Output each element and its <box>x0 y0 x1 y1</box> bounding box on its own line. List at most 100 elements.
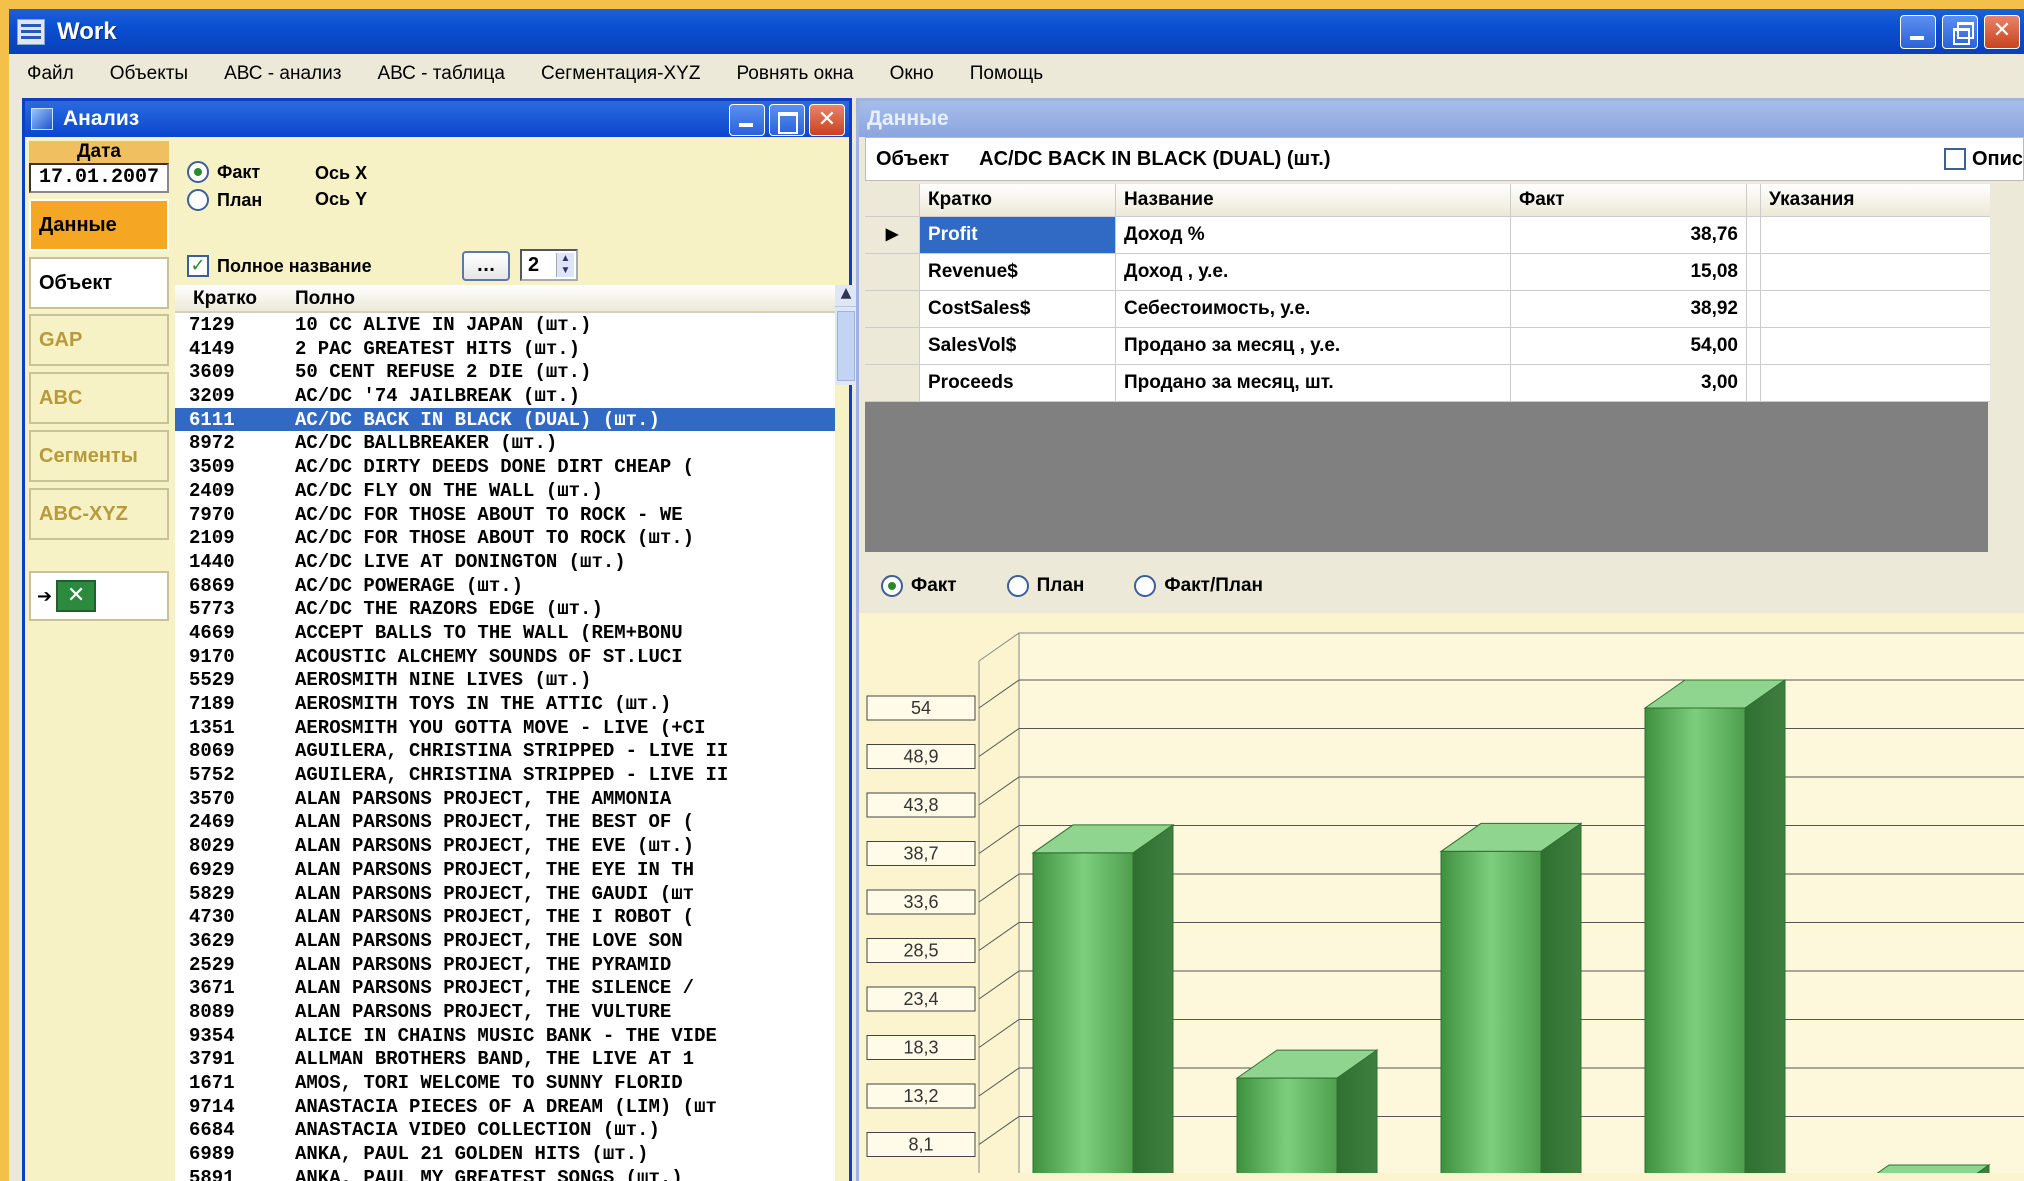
grid-cell-short[interactable]: SalesVol$ <box>920 328 1116 364</box>
list-item[interactable]: 5891 ANKA, PAUL MY GREATEST SONGS (шт.) <box>175 1166 835 1181</box>
grid-cell-short[interactable]: CostSales$ <box>920 291 1116 327</box>
list-item[interactable]: 2409 AC/DC FLY ON THE WALL (шт.) <box>175 479 835 503</box>
list-scrollbar[interactable]: ▲ <box>835 285 857 385</box>
grid-cell-name[interactable]: Доход % <box>1116 217 1511 253</box>
menu-file[interactable]: Файл <box>9 63 92 85</box>
list-item[interactable]: 9170 ACOUSTIC ALCHEMY SOUNDS OF ST.LUCI <box>175 645 835 669</box>
list-item[interactable]: 7129 10 CC ALIVE IN JAPAN (шт.) <box>175 313 835 337</box>
grid-cell-fact[interactable]: 15,08 <box>1511 254 1747 290</box>
grid-cell-fact[interactable]: 3,00 <box>1511 365 1747 401</box>
grid-header-short[interactable]: Кратко <box>920 184 1116 216</box>
list-item[interactable]: 3509 AC/DC DIRTY DEEDS DONE DIRT CHEAP ( <box>175 455 835 479</box>
menu-segmentation-xyz[interactable]: Сегментация-XYZ <box>523 63 718 85</box>
description-checkbox[interactable]: Опис <box>1943 148 2023 171</box>
grid-cell-short[interactable]: Profit <box>920 217 1116 253</box>
menu-arrange-windows[interactable]: Ровнять окна <box>718 63 871 85</box>
list-item[interactable]: 8029 ALAN PARSONS PROJECT, THE EVE (шт.) <box>175 834 835 858</box>
grid-cell-fact[interactable]: 38,76 <box>1511 217 1747 253</box>
list-item[interactable]: 3791 ALLMAN BROTHERS BAND, THE LIVE AT 1 <box>175 1047 835 1071</box>
tab-abc[interactable]: ABC <box>29 372 169 424</box>
analysis-minimize-button[interactable] <box>729 104 765 136</box>
list-item[interactable]: 1351 AEROSMITH YOU GOTTA MOVE - LIVE (+CI <box>175 716 835 740</box>
grid-cell-fact[interactable]: 38,92 <box>1511 291 1747 327</box>
list-item[interactable]: 3671 ALAN PARSONS PROJECT, THE SILENCE / <box>175 976 835 1000</box>
grid-cell-short[interactable]: Revenue$ <box>920 254 1116 290</box>
tab-segments[interactable]: Сегменты <box>29 430 169 482</box>
grid-header-name[interactable]: Название <box>1116 184 1511 216</box>
menu-abc-table[interactable]: АВС - таблица <box>359 63 523 85</box>
browse-button[interactable]: ... <box>462 251 510 281</box>
menu-help[interactable]: Помощь <box>952 63 1061 85</box>
list-header-full[interactable]: Полно <box>295 288 355 310</box>
menu-window[interactable]: Окно <box>872 63 952 85</box>
analysis-close-button[interactable] <box>809 104 845 136</box>
chart-radio-fact[interactable]: Факт <box>881 575 957 597</box>
export-excel-button[interactable]: ➔ ✕ <box>29 571 169 621</box>
grid-row[interactable]: Revenue$ Доход , у.е. 15,08 <box>865 254 1990 291</box>
grid-cell-fact[interactable]: 54,00 <box>1511 328 1747 364</box>
grid-cell-note[interactable] <box>1761 365 1990 401</box>
grid-cell-note[interactable] <box>1761 291 1990 327</box>
grid-cell-name[interactable]: Продано за месяц , у.е. <box>1116 328 1511 364</box>
list-item[interactable]: 3629 ALAN PARSONS PROJECT, THE LOVE SON <box>175 929 835 953</box>
tab-abc-xyz[interactable]: ABC-XYZ <box>29 488 169 540</box>
list-item[interactable]: 5773 AC/DC THE RAZORS EDGE (шт.) <box>175 597 835 621</box>
list-item[interactable]: 2529 ALAN PARSONS PROJECT, THE PYRAMID <box>175 953 835 977</box>
grid-cell-note[interactable] <box>1761 328 1990 364</box>
list-item[interactable]: 3609 50 CENT REFUSE 2 DIE (шт.) <box>175 360 835 384</box>
list-item[interactable]: 6111 AC/DC BACK IN BLACK (DUAL) (шт.) <box>175 407 835 432</box>
list-item[interactable]: 5752 AGUILERA, CHRISTINA STRIPPED - LIVE … <box>175 763 835 787</box>
list-item[interactable]: 8972 AC/DC BALLBREAKER (шт.) <box>175 431 835 455</box>
data-titlebar[interactable]: Данные <box>859 101 2024 137</box>
chart-radio-factplan[interactable]: Факт/План <box>1134 575 1263 597</box>
list-item[interactable]: 6684 ANASTACIA VIDEO COLLECTION (шт.) <box>175 1118 835 1142</box>
list-item[interactable]: 1671 AMOS, TORI WELCOME TO SUNNY FLORID <box>175 1071 835 1095</box>
grid-cell-note[interactable] <box>1761 217 1990 253</box>
list-item[interactable]: 8069 AGUILERA, CHRISTINA STRIPPED - LIVE … <box>175 739 835 763</box>
date-field[interactable]: 17.01.2007 <box>29 163 169 193</box>
grid-row[interactable]: SalesVol$ Продано за месяц , у.е. 54,00 <box>865 328 1990 365</box>
list-item[interactable]: 4669 ACCEPT BALLS TO THE WALL (REM+BONU <box>175 621 835 645</box>
list-item[interactable]: 2109 AC/DC FOR THOSE ABOUT TO ROCK (шт.) <box>175 526 835 550</box>
chart-radio-plan[interactable]: План <box>1006 575 1084 597</box>
count-stepper[interactable]: 2 ▲ ▼ <box>520 249 578 281</box>
analysis-titlebar[interactable]: Анализ <box>25 101 849 137</box>
list-item[interactable]: 9714 ANASTACIA PIECES OF A DREAM (LIM) (ш… <box>175 1095 835 1119</box>
list-item[interactable]: 7970 AC/DC FOR THOSE ABOUT TO ROCK - WE <box>175 503 835 527</box>
grid-cell-name[interactable]: Доход , у.е. <box>1116 254 1511 290</box>
grid-row[interactable]: CostSales$ Себестоимость, у.е. 38,92 <box>865 291 1990 328</box>
tab-object[interactable]: Объект <box>29 257 169 309</box>
list-item[interactable]: 6989 ANKA, PAUL 21 GOLDEN HITS (шт.) <box>175 1142 835 1166</box>
list-item[interactable]: 1440 AC/DC LIVE AT DONINGTON (шт.) <box>175 550 835 574</box>
list-item[interactable]: 4730 ALAN PARSONS PROJECT, THE I ROBOT ( <box>175 905 835 929</box>
list-item[interactable]: 3209 AC/DC '74 JAILBREAK (шт.) <box>175 384 835 408</box>
grid-header-note[interactable]: Указания <box>1761 184 1990 216</box>
scroll-thumb[interactable] <box>837 311 855 381</box>
list-header-short[interactable]: Кратко <box>193 288 257 310</box>
minimize-button[interactable] <box>1900 15 1936 49</box>
analysis-maximize-button[interactable] <box>769 104 805 136</box>
radio-fact[interactable]: Факт <box>187 161 260 183</box>
list-item[interactable]: 3570 ALAN PARSONS PROJECT, THE AMMONIA <box>175 787 835 811</box>
close-button[interactable] <box>1984 15 2020 49</box>
radio-plan[interactable]: План <box>187 189 262 211</box>
grid-row[interactable]: Proceeds Продано за месяц, шт. 3,00 <box>865 365 1990 402</box>
grid-cell-name[interactable]: Себестоимость, у.е. <box>1116 291 1511 327</box>
tab-data[interactable]: Данные <box>29 199 169 251</box>
grid-cell-short[interactable]: Proceeds <box>920 365 1116 401</box>
menu-abc-analysis[interactable]: АВС - анализ <box>206 63 359 85</box>
menu-objects[interactable]: Объекты <box>92 63 206 85</box>
full-name-checkbox[interactable]: ✓ Полное название <box>187 255 372 277</box>
restore-button[interactable] <box>1942 15 1978 49</box>
stepper-arrows-icon[interactable]: ▲ ▼ <box>556 253 574 277</box>
grid-cell-name[interactable]: Продано за месяц, шт. <box>1116 365 1511 401</box>
list-item[interactable]: 2469 ALAN PARSONS PROJECT, THE BEST OF ( <box>175 810 835 834</box>
list-item[interactable]: 6869 AC/DC POWERAGE (шт.) <box>175 574 835 598</box>
list-item[interactable]: 8089 ALAN PARSONS PROJECT, THE VULTURE <box>175 1000 835 1024</box>
list-item[interactable]: 4149 2 PAC GREATEST HITS (шт.) <box>175 337 835 361</box>
grid-cell-note[interactable] <box>1761 254 1990 290</box>
grid-header-fact[interactable]: Факт <box>1511 184 1747 216</box>
list-item[interactable]: 6929 ALAN PARSONS PROJECT, THE EYE IN TH <box>175 858 835 882</box>
main-titlebar[interactable]: Work <box>9 9 2024 54</box>
scroll-up-icon[interactable]: ▲ <box>835 285 857 307</box>
